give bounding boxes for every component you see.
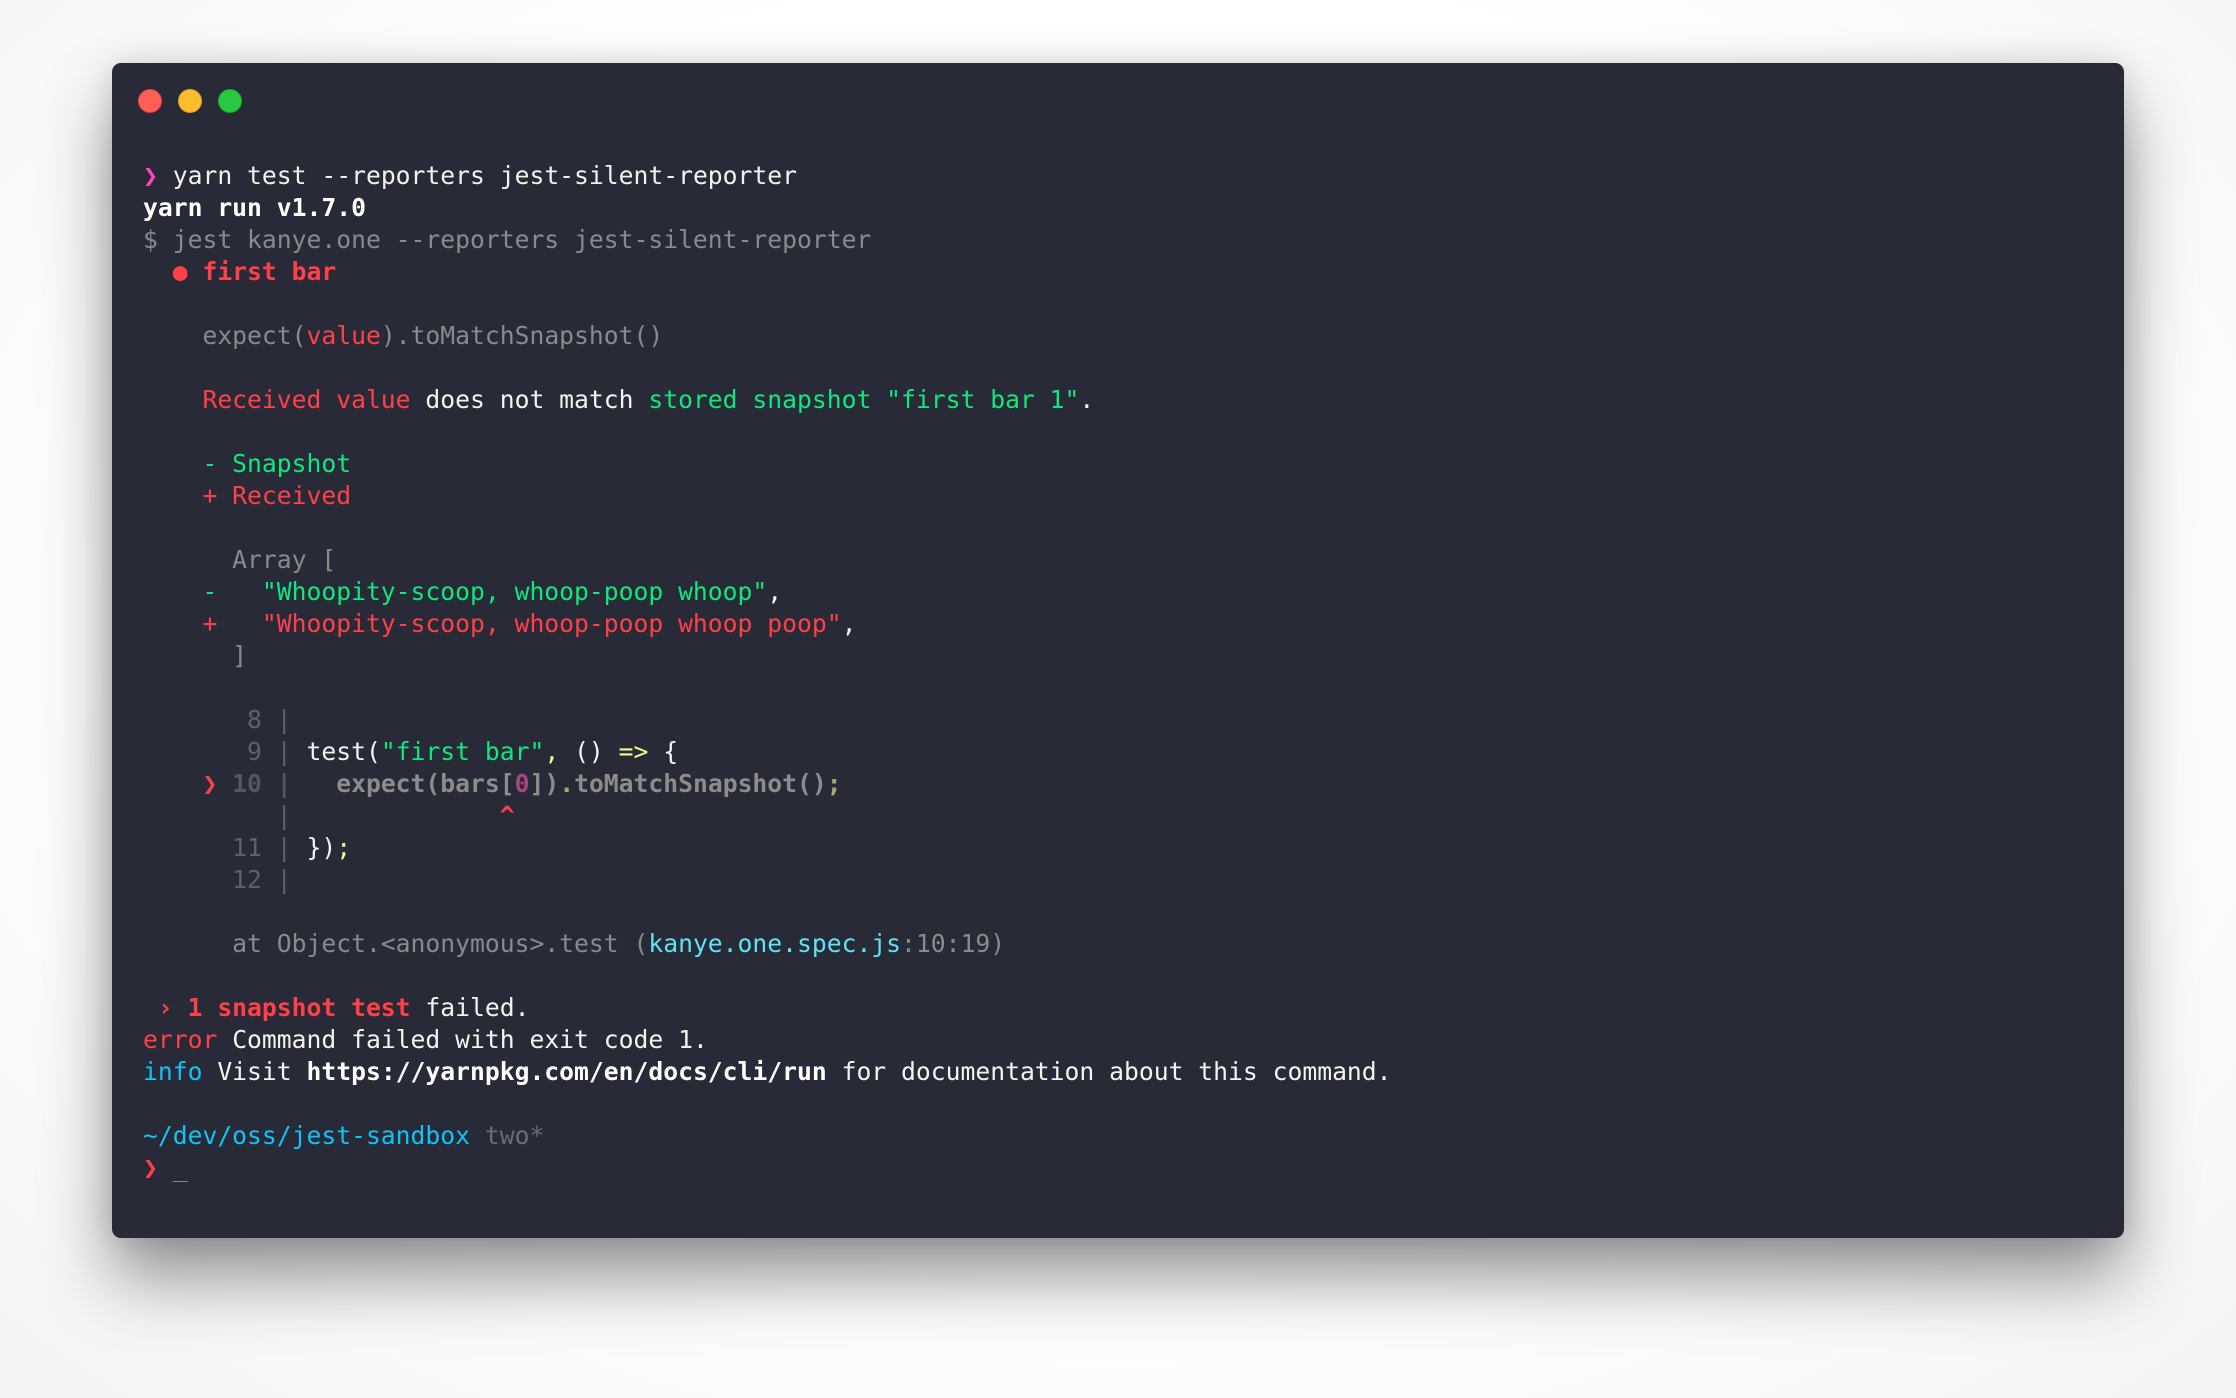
diff-punctuation: , <box>841 609 857 638</box>
diff-array-open: Array [ <box>143 544 1392 576</box>
matcher-hint-received: value <box>306 321 381 350</box>
diff-punctuation: , <box>767 577 783 606</box>
minimize-button[interactable] <box>178 89 202 113</box>
docs-link[interactable]: https://yarnpkg.com/en/docs/cli/run <box>307 1057 827 1086</box>
terminal-output[interactable]: ❯ yarn test --reporters jest-silent-repo… <box>143 160 1392 1184</box>
matcher-hint-line: expect(value).toMatchSnapshot() <box>143 320 1392 352</box>
stack-trace-location: :10:19) <box>901 929 1006 958</box>
diff-array-close: ] <box>143 640 1392 672</box>
summary-text: failed. <box>410 993 530 1022</box>
code-text: }) <box>291 833 337 862</box>
jest-command: $ jest kanye.one --reporters jest-silent… <box>143 225 872 254</box>
command-line: ❯ yarn test --reporters jest-silent-repo… <box>143 160 1392 192</box>
code-frame-line-10: ❯ 10 | expect(bars[0]).toMatchSnapshot()… <box>143 768 1392 800</box>
code-number: 0 <box>514 769 530 798</box>
line-number-gutter: 12 | <box>143 865 292 894</box>
jest-command-line: $ jest kanye.one --reporters jest-silent… <box>143 224 1392 256</box>
code-text: expect(bars[ <box>291 769 515 798</box>
diff-legend-received-label: + Received <box>143 481 352 510</box>
code-punctuation: , <box>544 737 560 766</box>
line-number-gutter: | <box>143 801 292 830</box>
code-frame-line-11: 11 | }); <box>143 832 1392 864</box>
diff-added-value: + "Whoopity-scoop, whoop-poop whoop poop… <box>143 609 842 638</box>
maximize-button[interactable] <box>218 89 242 113</box>
error-caret: ^ <box>499 801 515 830</box>
current-directory: ~/dev/oss/jest-sandbox <box>143 1121 470 1150</box>
diff-legend-snapshot: - Snapshot <box>143 448 1392 480</box>
stack-trace-text: at Object.<anonymous>.test ( <box>143 929 649 958</box>
diff-legend-received: + Received <box>143 480 1392 512</box>
code-text: test( <box>291 737 381 766</box>
diff-context: Array [ <box>143 545 337 574</box>
error-label: error <box>143 1025 218 1054</box>
yarn-version: yarn run v1.7.0 <box>143 193 366 222</box>
error-line-marker-icon: ❯ <box>143 769 233 798</box>
info-text: Visit <box>202 1057 307 1086</box>
code-frame-line-8: 8 | <box>143 704 1392 736</box>
line-number-gutter: 11 | <box>143 833 292 862</box>
code-punctuation: . <box>559 769 575 798</box>
info-text: for documentation about this command. <box>826 1057 1392 1086</box>
close-button[interactable] <box>138 89 162 113</box>
code-text: ]) <box>529 769 560 798</box>
snapshot-message-line: Received value does not match stored sna… <box>143 384 1392 416</box>
diff-legend-snapshot-label: - Snapshot <box>143 449 352 478</box>
diff-added-line: + "Whoopity-scoop, whoop-poop whoop poop… <box>143 608 1392 640</box>
message-text: . <box>1079 385 1095 414</box>
git-branch: two* <box>470 1121 545 1150</box>
line-number-gutter: 8 | <box>143 705 292 734</box>
info-label: info <box>143 1057 203 1086</box>
stack-trace-line: at Object.<anonymous>.test (kanye.one.sp… <box>143 928 1392 960</box>
yarn-info-line: info Visit https://yarnpkg.com/en/docs/c… <box>143 1056 1392 1088</box>
failed-test-title: ● first bar <box>143 257 337 286</box>
code-text: { <box>648 737 679 766</box>
code-punctuation: ; <box>826 769 842 798</box>
test-title-line: ● first bar <box>143 256 1392 288</box>
error-message: Command failed with exit code 1. <box>217 1025 708 1054</box>
code-frame-line-9: 9 | test("first bar", () => { <box>143 736 1392 768</box>
stack-trace-file-link[interactable]: kanye.one.spec.js <box>648 929 901 958</box>
summary-line: › 1 snapshot test failed. <box>143 992 1392 1024</box>
code-string: "first bar" <box>380 737 545 766</box>
code-arrow: => <box>618 737 649 766</box>
prompt-path-line: ~/dev/oss/jest-sandbox two* <box>143 1120 1392 1152</box>
code-punctuation: ; <box>336 833 352 862</box>
line-number-gutter: 10 | <box>232 769 292 798</box>
received-value-label: Received value <box>143 385 411 414</box>
matcher-hint: ).toMatchSnapshot() <box>380 321 664 350</box>
yarn-error-line: error Command failed with exit code 1. <box>143 1024 1392 1056</box>
diff-removed-value: - "Whoopity-scoop, whoop-poop whoop" <box>143 577 768 606</box>
stored-snapshot-label: stored snapshot "first bar 1" <box>648 385 1080 414</box>
command-text: yarn test --reporters jest-silent-report… <box>157 161 797 190</box>
code-text: () <box>559 737 619 766</box>
prompt-input-line: ❯ _ <box>143 1152 1392 1184</box>
matcher-hint: expect( <box>143 321 307 350</box>
cursor[interactable]: _ <box>173 1153 188 1182</box>
desktop-background: ❯ yarn test --reporters jest-silent-repo… <box>0 0 2236 1398</box>
yarn-version-line: yarn run v1.7.0 <box>143 192 1392 224</box>
code-frame-line-12: 12 | <box>143 864 1392 896</box>
code-frame-caret-line: | ^ <box>143 800 1392 832</box>
line-number-gutter: 9 | <box>143 737 292 766</box>
summary-failed-count: › 1 snapshot test <box>143 993 411 1022</box>
diff-removed-line: - "Whoopity-scoop, whoop-poop whoop", <box>143 576 1392 608</box>
message-text: does not match <box>410 385 649 414</box>
code-text: toMatchSnapshot() <box>574 769 827 798</box>
diff-context: ] <box>143 641 248 670</box>
prompt-icon: ❯ <box>143 161 158 190</box>
prompt-icon: ❯ <box>143 1153 158 1182</box>
